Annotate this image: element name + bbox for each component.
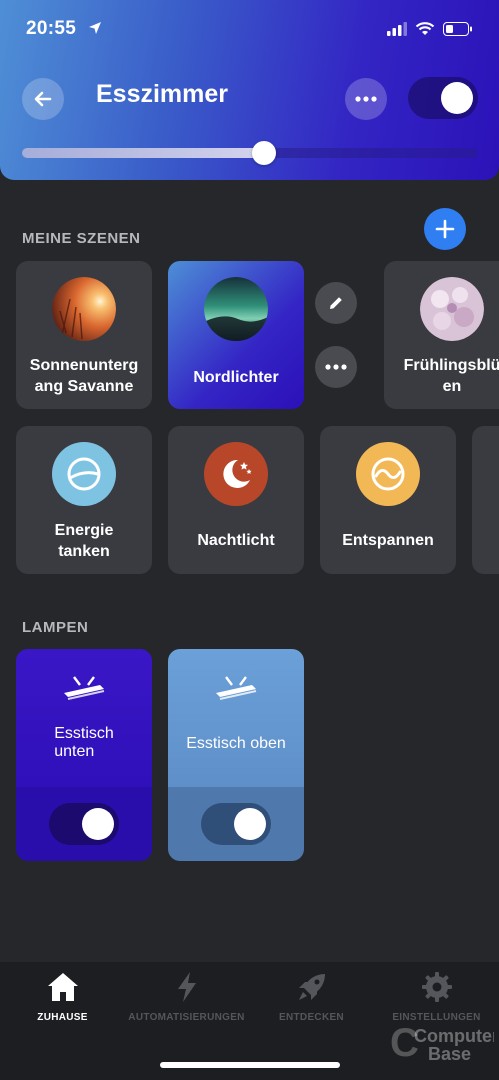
scene-card-partial[interactable] xyxy=(472,426,499,574)
scene-more-button[interactable] xyxy=(315,346,357,388)
nightlight-scene-icon xyxy=(204,442,268,506)
pencil-icon xyxy=(330,297,342,309)
more-dots-icon xyxy=(355,96,377,102)
tab-label: ZUHAUSE xyxy=(37,1012,88,1023)
toggle-knob xyxy=(441,82,473,114)
lamp-label: Esstisch unten xyxy=(54,725,114,760)
scene-card-sonnenuntergang[interactable]: Sonnenunterg ang Savanne xyxy=(16,261,152,409)
scene-label: Entspannen xyxy=(342,532,434,549)
home-indicator xyxy=(160,1062,340,1068)
brightness-slider[interactable] xyxy=(22,141,478,165)
lamp-power-toggle[interactable] xyxy=(201,803,271,845)
brightness-slider-thumb[interactable] xyxy=(251,141,276,165)
more-dots-icon xyxy=(325,364,347,370)
scenes-section-title: MEINE SZENEN xyxy=(22,230,141,247)
scene-card-nordlichter[interactable]: Nordlichter xyxy=(168,261,304,409)
pendant-lamp-icon xyxy=(216,676,257,700)
watermark-line2: Base xyxy=(428,1044,471,1064)
scene-label: Energie tanken xyxy=(54,522,114,560)
scene-card-nachtlicht[interactable]: Nachtlicht xyxy=(168,426,304,574)
wifi-icon xyxy=(415,22,435,35)
lamp-label: Esstisch oben xyxy=(186,735,286,752)
lamp-card-bottom xyxy=(16,787,152,861)
lamp-card-esstisch-unten[interactable]: Esstisch unten xyxy=(16,649,152,861)
room-header: 20:55 Esszimmer xyxy=(0,0,499,180)
scene-label: Sonnenunterg ang Savanne xyxy=(29,357,139,395)
lamp-card-top: Esstisch oben xyxy=(168,649,304,787)
back-button[interactable] xyxy=(22,78,64,120)
tab-zuhause[interactable]: ZUHAUSE xyxy=(0,970,125,1023)
home-icon xyxy=(47,973,78,1001)
northern-lights-image xyxy=(204,277,268,341)
toggle-knob xyxy=(234,808,266,840)
spring-blossoms-image xyxy=(420,277,484,341)
brightness-slider-fill xyxy=(22,148,264,158)
computerbase-watermark: C Computer Base xyxy=(388,1021,499,1066)
scene-card-energie[interactable]: Energie tanken xyxy=(16,426,152,574)
tab-label: AUTOMATISIERUNGEN xyxy=(128,1012,245,1023)
lamp-power-toggle[interactable] xyxy=(49,803,119,845)
relax-scene-icon xyxy=(356,442,420,506)
lamp-card-top: Esstisch unten xyxy=(16,649,152,787)
scene-label: Frühlingsblü en xyxy=(403,357,499,395)
add-scene-button[interactable] xyxy=(424,208,466,250)
cellular-signal-icon xyxy=(387,22,407,36)
watermark-line1: Computer xyxy=(414,1026,494,1046)
scene-label: Nordlichter xyxy=(193,369,279,386)
tab-einstellungen[interactable]: EINSTELLUNGEN xyxy=(374,970,499,1023)
arrow-left-icon xyxy=(34,91,52,107)
scene-card-fruehlingsblueten[interactable]: Frühlingsblü en xyxy=(384,261,499,409)
tab-entdecken[interactable]: ENTDECKEN xyxy=(249,970,374,1023)
toggle-knob xyxy=(82,808,114,840)
sunset-savanna-image xyxy=(52,277,116,341)
lamp-card-bottom xyxy=(168,787,304,861)
pendant-lamp-icon xyxy=(64,676,105,700)
energy-scene-icon xyxy=(52,442,116,506)
scene-label: Nachtlicht xyxy=(197,532,275,549)
lamp-card-esstisch-oben[interactable]: Esstisch oben xyxy=(168,649,304,861)
location-arrow-icon xyxy=(89,22,101,34)
lamps-section-title: LAMPEN xyxy=(22,619,89,636)
tab-automatisierungen[interactable]: AUTOMATISIERUNGEN xyxy=(124,970,249,1023)
edit-scene-button[interactable] xyxy=(315,282,357,324)
scene-card-entspannen[interactable]: Entspannen xyxy=(320,426,456,574)
status-bar: 20:55 xyxy=(26,18,473,44)
gear-icon xyxy=(421,972,452,1002)
plus-icon xyxy=(435,219,455,239)
page-title: Esszimmer xyxy=(96,80,229,108)
more-options-button[interactable] xyxy=(345,78,387,120)
tab-label: ENTDECKEN xyxy=(279,1012,344,1023)
rocket-icon xyxy=(298,974,325,1000)
lightning-icon xyxy=(177,972,196,1002)
battery-icon xyxy=(443,22,472,36)
status-time: 20:55 xyxy=(26,18,77,39)
room-power-toggle[interactable] xyxy=(408,77,478,119)
